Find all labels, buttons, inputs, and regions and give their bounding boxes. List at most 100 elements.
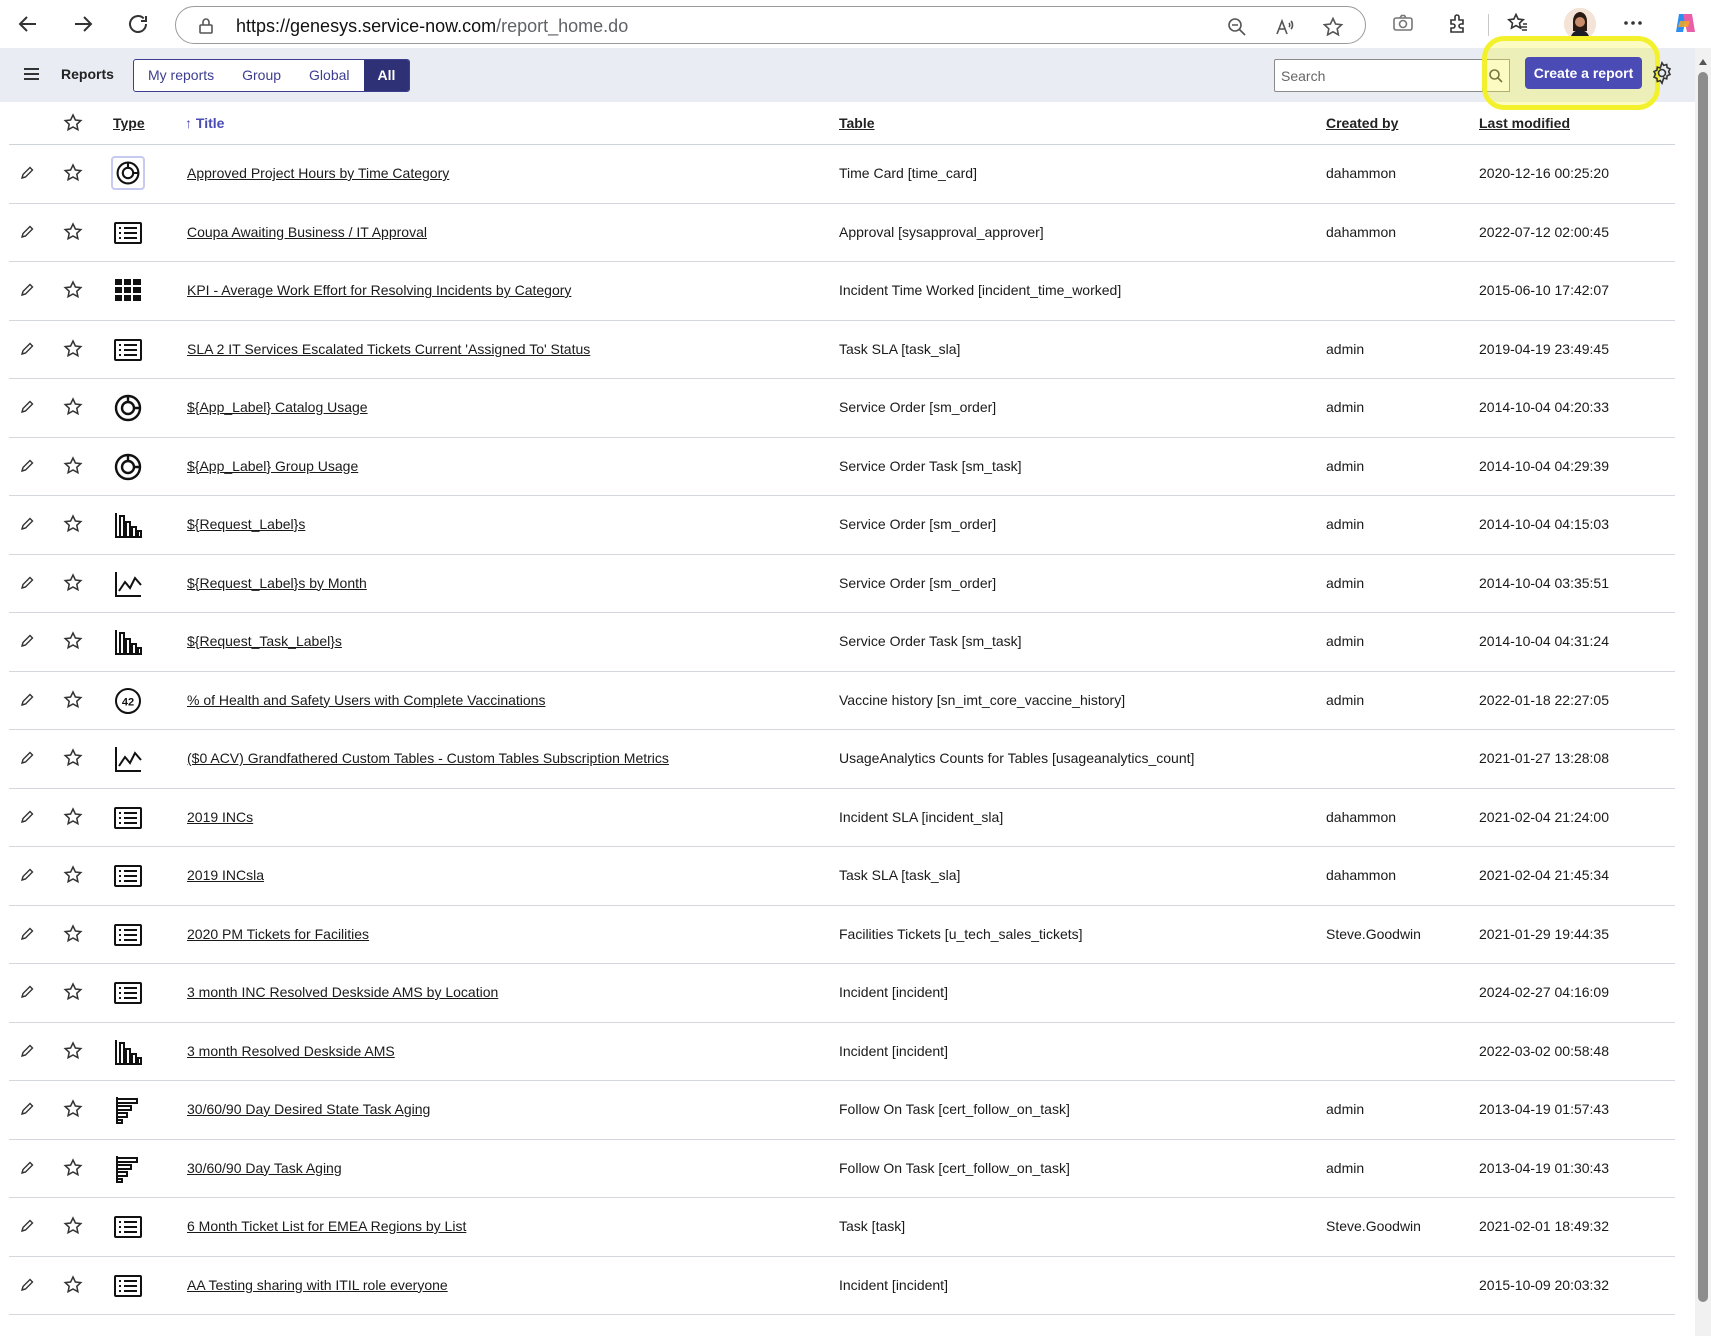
favorite-star-icon[interactable] (1322, 16, 1344, 38)
list-icon[interactable] (113, 803, 143, 833)
favorite-star-icon[interactable] (63, 1157, 83, 1178)
back-arrow-icon[interactable] (10, 8, 46, 40)
edit-pencil-icon[interactable] (19, 1277, 35, 1293)
column-header-type[interactable]: Type (113, 115, 145, 131)
edit-pencil-icon[interactable] (19, 1043, 35, 1059)
list-icon[interactable] (113, 1271, 143, 1301)
favorite-star-icon[interactable] (63, 865, 83, 885)
edit-pencil-icon[interactable] (19, 867, 35, 883)
horizontal-bar-icon[interactable] (113, 1095, 143, 1125)
tab-group[interactable]: Group (228, 60, 295, 91)
favorite-star-icon[interactable] (63, 923, 83, 944)
more-options-icon[interactable] (1620, 10, 1646, 36)
favorite-star-icon[interactable] (63, 806, 83, 827)
tab-global[interactable]: Global (295, 60, 363, 91)
edit-pencil-icon[interactable] (19, 633, 35, 649)
report-title-link[interactable]: 30/60/90 Day Task Aging (187, 1160, 342, 1176)
line-chart-icon[interactable] (113, 569, 143, 599)
favorite-star-icon[interactable] (63, 338, 83, 359)
report-title-link[interactable]: ${App_Label} Catalog Usage (187, 399, 368, 415)
edit-pencil-icon[interactable] (19, 575, 35, 591)
edit-pencil-icon[interactable] (19, 692, 35, 708)
favorite-star-icon[interactable] (63, 982, 83, 1002)
edit-pencil-icon[interactable] (19, 282, 35, 298)
favorite-star-icon[interactable] (63, 1099, 83, 1119)
forward-arrow-icon[interactable] (65, 8, 101, 40)
heatmap-icon[interactable] (113, 276, 143, 306)
report-title-link[interactable]: ${Request_Task_Label}s (187, 633, 342, 649)
report-title-link[interactable]: ($0 ACV) Grandfathered Custom Tables - C… (187, 750, 669, 766)
donut-icon[interactable] (113, 452, 143, 482)
single-score-icon[interactable]: 42 (113, 686, 143, 716)
edit-pencil-icon[interactable] (19, 750, 35, 766)
column-header-created-by[interactable]: Created by (1326, 115, 1398, 131)
favorite-star-icon[interactable] (63, 689, 83, 710)
list-icon[interactable] (113, 920, 143, 950)
edit-pencil-icon[interactable] (19, 458, 35, 474)
edit-pencil-icon[interactable] (19, 399, 35, 415)
list-icon[interactable] (113, 1212, 143, 1242)
edit-pencil-icon[interactable] (19, 1218, 35, 1234)
report-title-link[interactable]: Coupa Awaiting Business / IT Approval (187, 224, 427, 240)
edit-pencil-icon[interactable] (19, 516, 35, 532)
favorite-star-icon[interactable] (63, 514, 83, 534)
edit-pencil-icon[interactable] (19, 1160, 35, 1176)
report-title-link[interactable]: SLA 2 IT Services Escalated Tickets Curr… (187, 341, 590, 357)
favorite-star-icon[interactable] (63, 221, 83, 242)
tab-my-reports[interactable]: My reports (134, 60, 228, 91)
favorite-star-icon[interactable] (63, 280, 83, 300)
edit-pencil-icon[interactable] (19, 1101, 35, 1117)
scrollbar-thumb[interactable] (1698, 72, 1708, 1302)
report-title-link[interactable]: 30/60/90 Day Desired State Task Aging (187, 1101, 430, 1117)
list-icon[interactable] (113, 335, 143, 365)
search-field[interactable] (1274, 59, 1484, 92)
zoom-icon[interactable] (1226, 16, 1248, 38)
hamburger-menu-icon[interactable] (24, 68, 39, 80)
favorite-star-icon[interactable] (63, 1274, 83, 1295)
report-title-link[interactable]: 2020 PM Tickets for Facilities (187, 926, 369, 942)
favorite-star-icon[interactable] (63, 1216, 83, 1236)
donut-icon[interactable] (113, 393, 143, 423)
report-title-link[interactable]: AA Testing sharing with ITIL role everyo… (187, 1277, 448, 1293)
extensions-icon[interactable] (1445, 10, 1471, 36)
report-title-link[interactable]: 2019 INCsla (187, 867, 264, 883)
list-icon[interactable] (113, 218, 143, 248)
edit-pencil-icon[interactable] (19, 165, 35, 181)
create-report-button[interactable]: Create a report (1525, 57, 1642, 89)
column-header-title[interactable]: ↑ Title (185, 115, 224, 131)
tab-all[interactable]: All (363, 60, 410, 91)
favorite-star-icon[interactable] (63, 455, 83, 476)
report-title-link[interactable]: 2019 INCs (187, 809, 253, 825)
report-title-link[interactable]: Approved Project Hours by Time Category (187, 165, 449, 181)
report-title-link[interactable]: 6 Month Ticket List for EMEA Regions by … (187, 1218, 466, 1234)
donut-icon[interactable] (111, 156, 145, 190)
gear-icon[interactable] (1650, 60, 1674, 86)
read-aloud-icon[interactable] (1274, 16, 1296, 38)
report-title-link[interactable]: 3 month Resolved Deskside AMS (187, 1043, 395, 1059)
favorites-icon[interactable] (1505, 10, 1531, 36)
report-title-link[interactable]: ${Request_Label}s by Month (187, 575, 367, 591)
line-chart-icon[interactable] (113, 744, 143, 774)
report-title-link[interactable]: ${Request_Label}s (187, 516, 305, 532)
edit-pencil-icon[interactable] (19, 809, 35, 825)
favorite-star-icon[interactable] (63, 572, 83, 593)
vertical-scrollbar[interactable] (1695, 48, 1711, 1336)
favorite-star-icon[interactable] (63, 1040, 83, 1061)
column-header-table[interactable]: Table (839, 115, 875, 131)
edit-pencil-icon[interactable] (19, 224, 35, 240)
edit-pencil-icon[interactable] (19, 984, 35, 1000)
favorites-column-star-icon[interactable] (63, 113, 83, 133)
scroll-up-icon[interactable] (1699, 59, 1707, 65)
bar-chart-icon[interactable] (113, 627, 143, 657)
favorite-star-icon[interactable] (63, 748, 83, 768)
bar-chart-icon[interactable] (113, 1037, 143, 1067)
edit-pencil-icon[interactable] (19, 341, 35, 357)
favorite-star-icon[interactable] (63, 397, 83, 417)
edit-pencil-icon[interactable] (19, 926, 35, 942)
address-bar[interactable]: https://genesys.service-now.com/report_h… (175, 6, 1366, 44)
report-title-link[interactable]: KPI - Average Work Effort for Resolving … (187, 282, 571, 298)
favorite-star-icon[interactable] (63, 631, 83, 651)
camera-icon[interactable] (1390, 10, 1416, 36)
favorite-star-icon[interactable] (63, 163, 83, 183)
horizontal-bar-icon[interactable] (113, 1154, 143, 1184)
